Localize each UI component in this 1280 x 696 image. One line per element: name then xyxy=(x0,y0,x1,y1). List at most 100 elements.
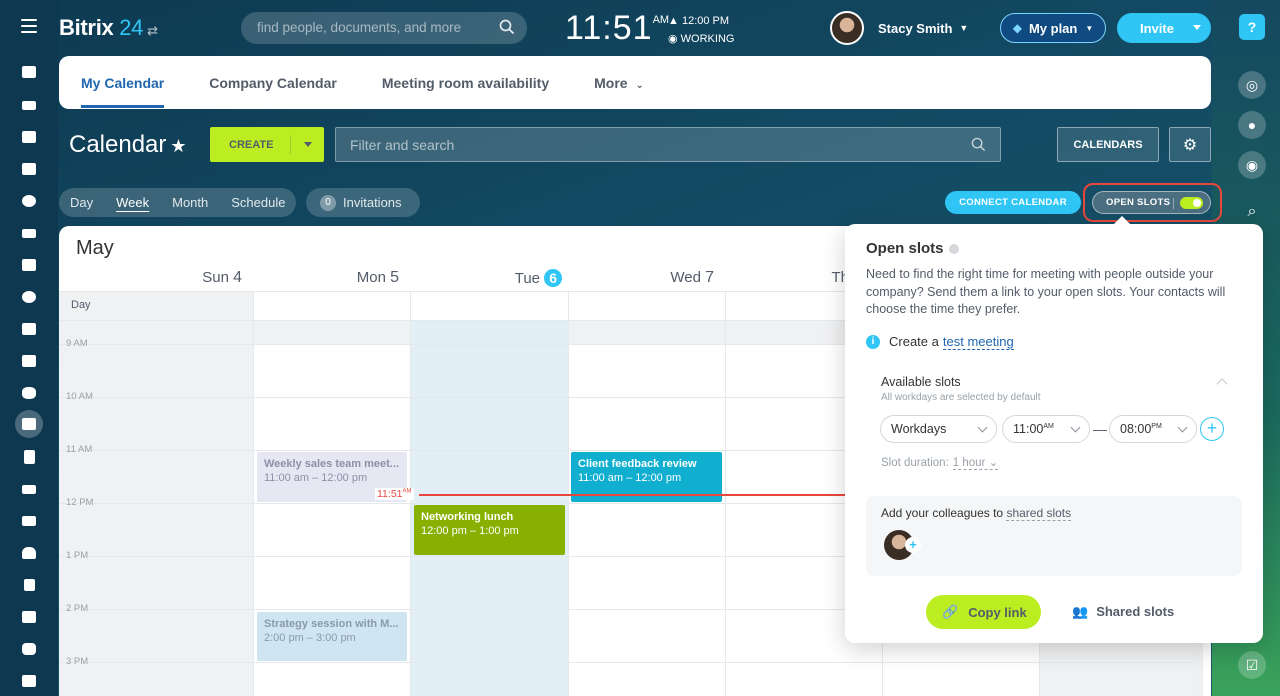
all-day-label: Day xyxy=(71,299,91,311)
view-schedule[interactable]: Schedule xyxy=(231,195,285,210)
home-icon[interactable] xyxy=(19,62,39,82)
view-week[interactable]: Week xyxy=(116,195,149,210)
available-slots-subtitle: All workdays are selected by default xyxy=(881,392,1041,403)
chevron-down-icon xyxy=(977,422,988,433)
copy-link-button[interactable]: 🔗 Copy link xyxy=(926,595,1041,629)
shared-slots-link[interactable]: shared slots xyxy=(1006,506,1072,521)
bell-icon[interactable]: ● xyxy=(1238,111,1266,139)
today-badge: 6 xyxy=(544,269,562,287)
people-icon[interactable] xyxy=(19,543,39,563)
checkbox-icon[interactable] xyxy=(19,255,39,275)
target-icon[interactable] xyxy=(19,191,39,211)
day-header-sun[interactable]: Sun 4 xyxy=(112,269,242,287)
bank-icon[interactable] xyxy=(19,159,39,179)
day-header-thu[interactable]: Th xyxy=(739,269,849,286)
calendar-icon[interactable] xyxy=(15,410,43,438)
day-header-tue[interactable]: Tue 6 xyxy=(432,269,562,287)
mail-icon[interactable] xyxy=(19,511,39,531)
weekend-column xyxy=(59,291,253,696)
messages-icon[interactable]: ◉ xyxy=(1238,151,1266,179)
day-header-mon[interactable]: Mon 5 xyxy=(269,269,399,287)
days-select[interactable]: Workdays xyxy=(880,415,997,443)
user-menu[interactable]: Stacy Smith ▼ xyxy=(830,11,968,45)
search-icon[interactable]: ⌕ xyxy=(1238,198,1266,226)
tab-company-calendar[interactable]: Company Calendar xyxy=(209,75,337,91)
hour-label: 12 PM xyxy=(66,497,94,508)
event-card[interactable]: Networking lunch 12:00 pm – 1:00 pm xyxy=(414,505,565,555)
view-month[interactable]: Month xyxy=(172,195,208,210)
chevron-down-icon: ▼ xyxy=(959,23,969,33)
analytics-icon[interactable] xyxy=(19,575,39,595)
chevron-down-icon xyxy=(1177,422,1188,433)
cart-icon[interactable] xyxy=(19,223,39,243)
shared-slots-button[interactable]: 👥 Shared slots xyxy=(1072,604,1174,620)
gear-icon[interactable]: ⚙ xyxy=(1169,127,1211,162)
link-icon: 🔗 xyxy=(942,604,959,619)
my-plan-button[interactable]: ◆ My plan ▼ xyxy=(1000,13,1106,43)
event-card[interactable]: Strategy session with M... 2:00 pm – 3:0… xyxy=(257,612,407,661)
chevron-up-icon[interactable] xyxy=(1216,378,1228,390)
day-header-wed[interactable]: Wed 7 xyxy=(584,269,714,287)
contact-card-icon[interactable] xyxy=(19,607,39,627)
calendars-button[interactable]: CALENDARS xyxy=(1057,127,1159,162)
divider xyxy=(1173,198,1174,209)
filter-icon[interactable] xyxy=(19,95,39,115)
tasks-checkbox-icon[interactable]: ☑ xyxy=(1238,651,1266,679)
help-icon[interactable]: ? xyxy=(1239,14,1265,40)
chevron-down-icon[interactable] xyxy=(1193,25,1201,30)
document-icon[interactable] xyxy=(19,447,39,467)
slot-duration-select[interactable]: 1 hour ⌄ xyxy=(952,457,999,470)
logo[interactable]: Bitrix 24 ⇄ xyxy=(59,15,158,41)
open-slots-toggle[interactable]: OPEN SLOTS xyxy=(1092,191,1211,214)
calendar-tabs: My Calendar Company Calendar Meeting roo… xyxy=(59,56,1211,109)
network-icon[interactable] xyxy=(19,287,39,307)
from-time-select[interactable]: 11:00AM xyxy=(1002,415,1090,443)
search-icon xyxy=(499,19,515,35)
star-icon[interactable]: ★ xyxy=(170,136,186,156)
box-icon[interactable] xyxy=(19,671,39,691)
current-time-line xyxy=(419,494,849,496)
hour-label: 11 AM xyxy=(66,444,93,455)
hour-label: 1 PM xyxy=(66,550,89,561)
chat-icon[interactable] xyxy=(19,351,39,371)
top-header: Bitrix 24 ⇄ find people, documents, and m… xyxy=(0,0,1212,56)
available-slots-title: Available slots xyxy=(881,375,961,389)
tab-more[interactable]: More ⌄ xyxy=(594,75,644,91)
view-day[interactable]: Day xyxy=(70,195,93,210)
toggle-switch[interactable] xyxy=(1180,197,1203,209)
available-slots-section: Available slots All workdays are selecte… xyxy=(866,362,1242,490)
robot-icon[interactable] xyxy=(19,639,39,659)
add-colleague-button[interactable]: + xyxy=(905,537,921,553)
chevron-down-icon[interactable] xyxy=(304,142,312,147)
tab-meeting-room-availability[interactable]: Meeting room availability xyxy=(382,75,549,91)
hour-label: 2 PM xyxy=(66,603,89,614)
test-meeting-link[interactable]: test meeting xyxy=(942,334,1014,350)
page-title: Calendar ★ xyxy=(69,131,187,158)
news-icon[interactable] xyxy=(19,319,39,339)
tab-my-calendar[interactable]: My Calendar xyxy=(81,75,165,108)
range-dash: — xyxy=(1093,421,1107,437)
global-search-input[interactable]: find people, documents, and more xyxy=(241,12,527,44)
drive-icon[interactable] xyxy=(19,479,39,499)
invitations-button[interactable]: 0 Invitations xyxy=(306,188,420,217)
work-day-status[interactable]: ▲ 12:00 PM ◉ WORKING xyxy=(668,12,734,48)
connect-calendar-button[interactable]: CONNECT CALENDAR xyxy=(945,191,1081,214)
shield-icon[interactable] xyxy=(19,383,39,403)
slot-duration: Slot duration: 1 hour ⌄ xyxy=(881,457,999,470)
add-slot-button[interactable]: + xyxy=(1200,417,1224,441)
info-icon: i xyxy=(866,334,880,349)
filter-search-input[interactable]: Filter and search xyxy=(335,127,1001,162)
diamond-icon: ◆ xyxy=(1012,21,1022,35)
view-switcher: Day Week Month Schedule xyxy=(59,188,296,217)
copilot-icon[interactable]: ◎ xyxy=(1238,71,1266,99)
tasks-icon[interactable] xyxy=(19,127,39,147)
create-button[interactable]: CREATE xyxy=(210,127,324,162)
grid-line xyxy=(59,662,1199,663)
to-time-select[interactable]: 08:00PM xyxy=(1109,415,1197,443)
left-sidebar xyxy=(0,0,58,696)
clock[interactable]: 11:51AM xyxy=(565,9,669,48)
help-icon[interactable] xyxy=(948,244,959,255)
tune-icon[interactable]: ⇄ xyxy=(147,23,158,38)
create-test-meeting: i Create a test meeting xyxy=(866,334,1242,350)
invite-button[interactable]: Invite xyxy=(1117,13,1211,43)
